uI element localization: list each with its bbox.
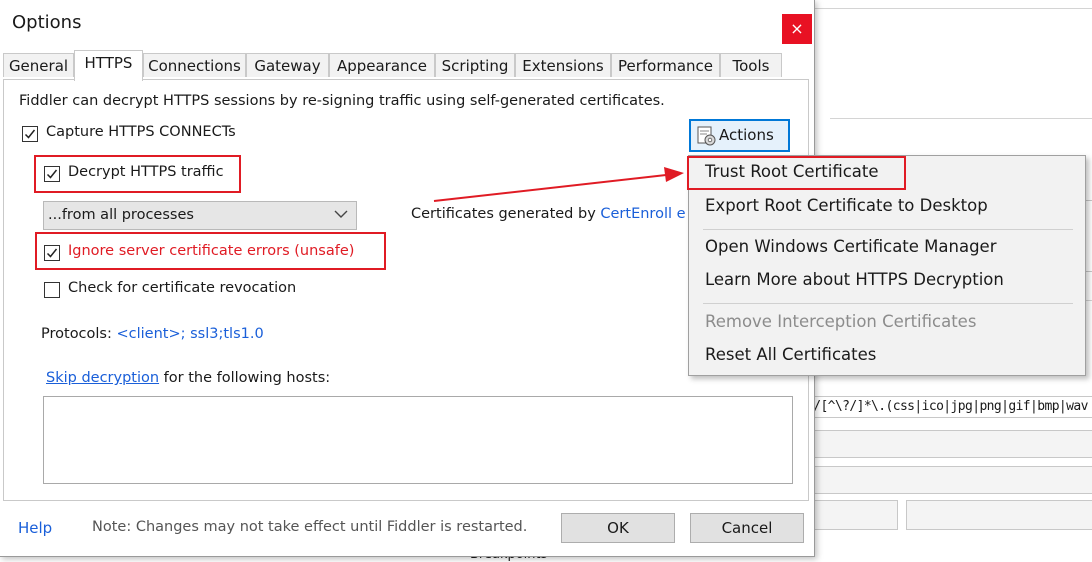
tab-extensions[interactable]: Extensions bbox=[515, 53, 611, 77]
actions-button[interactable]: Actions bbox=[689, 119, 790, 152]
checkmark-icon bbox=[24, 129, 36, 139]
menu-separator bbox=[703, 229, 1073, 230]
menu-item-trust-root[interactable]: Trust Root Certificate bbox=[705, 162, 879, 181]
tab-https[interactable]: HTTPS bbox=[74, 50, 143, 81]
tab-appearance[interactable]: Appearance bbox=[329, 53, 435, 77]
close-button[interactable]: × bbox=[782, 14, 812, 44]
tab-label: Performance bbox=[617, 57, 714, 75]
tab-label: General bbox=[8, 57, 69, 75]
protocols-link[interactable]: <client>; ssl3;tls1.0 bbox=[116, 326, 263, 342]
decrypt-traffic-checkbox[interactable] bbox=[44, 166, 60, 182]
menu-item-reset-all[interactable]: Reset All Certificates bbox=[705, 345, 876, 364]
cert-generator-text: Certificates generated by CertEnroll e bbox=[411, 206, 686, 222]
tab-label: Scripting bbox=[441, 57, 509, 75]
tab-tools[interactable]: Tools bbox=[720, 53, 782, 77]
tab-general[interactable]: General bbox=[3, 53, 74, 77]
skip-decryption-suffix: for the following hosts: bbox=[159, 370, 331, 386]
checkmark-icon bbox=[46, 248, 58, 258]
https-intro-text: Fiddler can decrypt HTTPS sessions by re… bbox=[19, 93, 665, 109]
cert-generator-link[interactable]: CertEnroll e bbox=[600, 206, 685, 222]
actions-menu: Trust Root Certificate Export Root Certi… bbox=[687, 155, 1086, 376]
ignore-errors-checkbox[interactable] bbox=[44, 245, 60, 261]
skip-decryption-row: Skip decryption for the following hosts: bbox=[46, 370, 330, 386]
close-icon: × bbox=[790, 19, 804, 38]
tab-label: HTTPS bbox=[84, 54, 133, 72]
skip-decryption-link[interactable]: Skip decryption bbox=[46, 370, 159, 386]
menu-separator bbox=[703, 303, 1073, 304]
cancel-button[interactable]: Cancel bbox=[690, 513, 804, 543]
process-filter-value: ...from all processes bbox=[48, 207, 194, 223]
background-regex-field: )/[^\?/]*\.(css|ico|jpg|png|gif|bmp|wav bbox=[806, 396, 1092, 418]
tab-performance[interactable]: Performance bbox=[611, 53, 720, 77]
tab-connections[interactable]: Connections bbox=[143, 53, 246, 77]
tab-label: Connections bbox=[148, 57, 241, 75]
menu-item-open-cert-manager[interactable]: Open Windows Certificate Manager bbox=[705, 237, 997, 256]
menu-item-remove-interception[interactable]: Remove Interception Certificates bbox=[705, 312, 976, 331]
certificate-gear-icon bbox=[697, 126, 716, 146]
capture-connects-checkbox[interactable] bbox=[22, 126, 38, 142]
capture-connects-label: Capture HTTPS CONNECTs bbox=[46, 124, 236, 140]
process-filter-dropdown[interactable]: ...from all processes bbox=[43, 201, 357, 230]
tab-strip: General HTTPS Connections Gateway Appear… bbox=[3, 50, 811, 81]
tab-label: Tools bbox=[732, 57, 770, 75]
decrypt-traffic-label: Decrypt HTTPS traffic bbox=[68, 164, 224, 180]
help-link[interactable]: Help bbox=[18, 519, 52, 537]
ok-button[interactable]: OK bbox=[561, 513, 675, 543]
ignore-errors-label: Ignore server certificate errors (unsafe… bbox=[68, 243, 355, 259]
skip-hosts-textarea[interactable] bbox=[43, 396, 793, 484]
check-revocation-label: Check for certificate revocation bbox=[68, 280, 297, 296]
protocols-row: Protocols: <client>; ssl3;tls1.0 bbox=[41, 326, 264, 342]
actions-label: Actions bbox=[719, 126, 774, 144]
tab-label: Gateway bbox=[254, 57, 321, 75]
restart-note: Note: Changes may not take effect until … bbox=[92, 519, 528, 535]
tab-label: Appearance bbox=[336, 57, 428, 75]
cert-generator-prefix: Certificates generated by bbox=[411, 206, 601, 222]
protocols-label: Protocols: bbox=[41, 326, 117, 342]
checkmark-icon bbox=[46, 169, 58, 179]
tab-scripting[interactable]: Scripting bbox=[435, 53, 515, 77]
menu-item-learn-more[interactable]: Learn More about HTTPS Decryption bbox=[705, 270, 1004, 289]
tab-label: Extensions bbox=[522, 57, 604, 75]
menu-item-export-root[interactable]: Export Root Certificate to Desktop bbox=[705, 196, 988, 215]
check-revocation-checkbox[interactable] bbox=[44, 282, 60, 298]
tab-gateway[interactable]: Gateway bbox=[246, 53, 329, 77]
dialog-title: Options bbox=[12, 12, 82, 33]
chevron-down-icon bbox=[334, 210, 348, 218]
